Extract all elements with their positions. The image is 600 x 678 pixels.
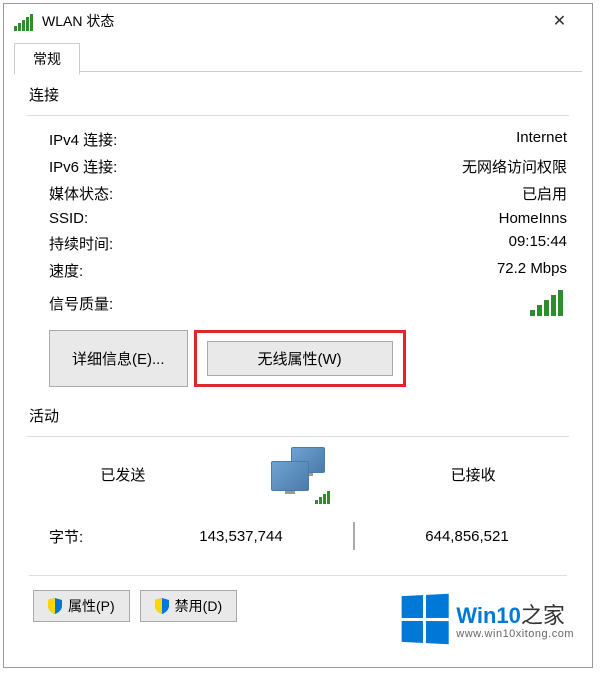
duration-value: 09:15:44 [509,233,567,254]
duration-row: 持续时间: 09:15:44 [29,230,567,257]
sent-label: 已发送 [100,464,145,485]
activity-center-icon [248,447,348,502]
bytes-sent-value: 143,537,744 [161,528,321,545]
bytes-row: 字节: 143,537,744 644,856,521 [29,522,567,550]
connection-buttons: 详细信息(E)... 无线属性(W) [49,330,567,387]
media-row: 媒体状态: 已启用 [29,180,567,207]
ssid-value: HomeInns [499,210,567,227]
signal-label: 信号质量: [49,293,113,314]
details-button[interactable]: 详细信息(E)... [49,330,188,387]
watermark-brand: Win10之家 [456,598,574,630]
speed-value: 72.2 Mbps [497,260,567,281]
activity-labels-row: 已发送 已接收 [29,447,567,502]
bytes-label: 字节: [49,526,129,547]
properties-button[interactable]: 属性(P) [33,590,130,622]
signal-row: 信号质量: [29,284,567,322]
disable-button-label: 禁用(D) [175,596,222,616]
mini-signal-icon [315,491,330,504]
titlebar: WLAN 状态 ✕ [4,4,592,37]
wireless-properties-button[interactable]: 无线属性(W) [207,341,393,376]
bytes-received-value: 644,856,521 [387,528,547,545]
ipv6-value: 无网络访问权限 [462,156,567,177]
shield-icon [155,598,169,614]
tab-strip: 常规 [14,42,582,72]
ipv4-value: Internet [516,129,567,150]
highlight-box: 无线属性(W) [194,330,406,387]
ipv4-label: IPv4 连接: [49,129,117,150]
computers-icon [263,447,333,502]
received-label: 已接收 [451,464,496,485]
section-connection-heading: 连接 [29,84,567,105]
ipv6-row: IPv6 连接: 无网络访问权限 [29,153,567,180]
signal-bars-icon [530,290,563,316]
watermark-url: www.win10xitong.com [456,628,574,640]
close-button[interactable]: ✕ [537,6,582,36]
shield-icon [48,598,62,614]
ipv4-row: IPv4 连接: Internet [29,126,567,153]
activity-section: 活动 已发送 已接收 字节: 143,537,744 644,856,521 [29,405,567,550]
wifi-icon [14,11,34,31]
media-value: 已启用 [522,183,567,204]
ssid-row: SSID: HomeInns [29,207,567,230]
section-activity-heading: 活动 [29,405,567,426]
watermark: Win10之家 www.win10xitong.com [400,595,574,643]
ipv6-label: IPv6 连接: [49,156,117,177]
speed-row: 速度: 72.2 Mbps [29,257,567,284]
speed-label: 速度: [49,260,83,281]
windows-logo-icon [402,594,449,645]
bytes-separator [353,522,355,550]
duration-label: 持续时间: [49,233,113,254]
ssid-label: SSID: [49,210,88,227]
disable-button[interactable]: 禁用(D) [140,590,237,622]
properties-button-label: 属性(P) [68,596,115,616]
window-title: WLAN 状态 [42,11,114,31]
content: 连接 IPv4 连接: Internet IPv6 连接: 无网络访问权限 媒体… [4,72,592,632]
media-label: 媒体状态: [49,183,113,204]
wlan-status-window: WLAN 状态 ✕ 常规 连接 IPv4 连接: Internet IPv6 连… [3,3,593,668]
tab-general[interactable]: 常规 [14,43,80,75]
